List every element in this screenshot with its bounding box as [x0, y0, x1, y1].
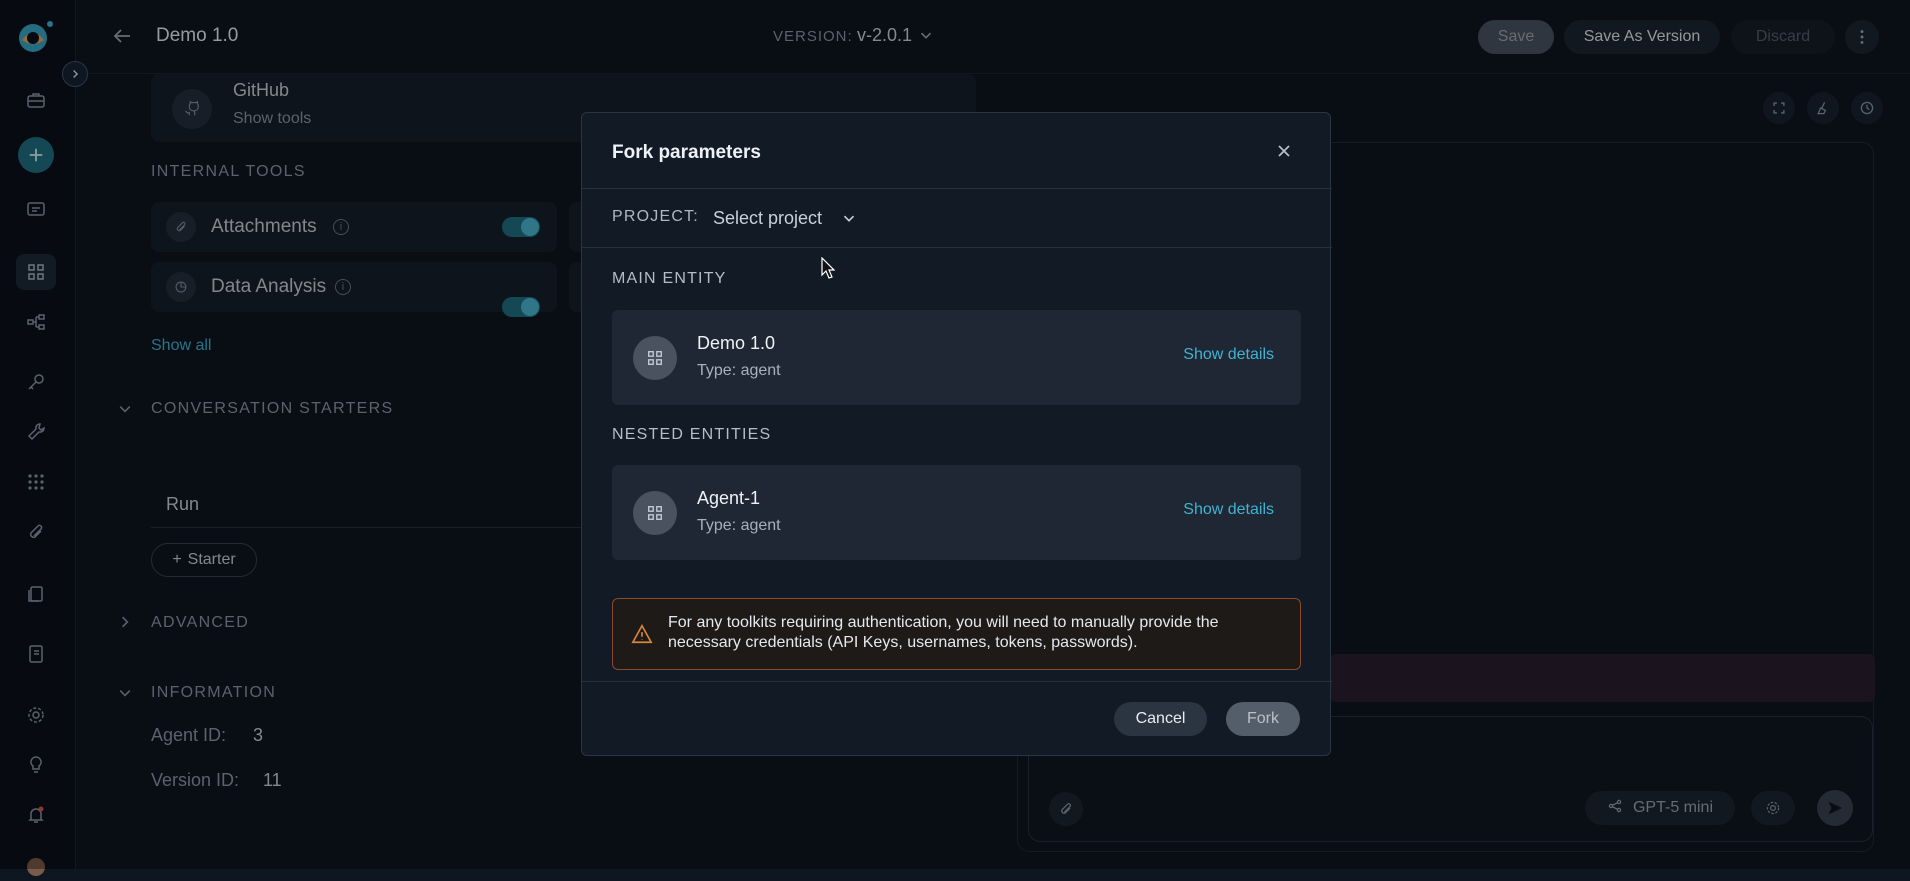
cancel-button[interactable]: Cancel [1114, 702, 1207, 736]
show-details-link[interactable]: Show details [1183, 501, 1274, 519]
chevron-down-icon [840, 209, 858, 227]
entity-type: Type: agent [697, 517, 781, 534]
project-select-value: Select project [713, 207, 823, 228]
credentials-warning: For any toolkits requiring authenticatio… [612, 598, 1301, 670]
divider [582, 188, 1332, 189]
project-label: PROJECT: [612, 208, 699, 225]
main-entity-card: Demo 1.0 Type: agent Show details [612, 310, 1301, 405]
divider [582, 681, 1332, 682]
main-entity-heading: MAIN ENTITY [612, 270, 727, 287]
agent-grid-icon [633, 336, 677, 380]
entity-type: Type: agent [697, 362, 781, 379]
fork-parameters-dialog: Fork parameters PROJECT: Select project … [581, 112, 1332, 756]
fork-button[interactable]: Fork [1226, 702, 1300, 736]
expand-sidebar-button[interactable] [62, 61, 88, 87]
nested-entity-card: Agent-1 Type: agent Show details [612, 465, 1301, 560]
entity-name: Agent-1 [697, 488, 761, 508]
show-details-link[interactable]: Show details [1183, 346, 1274, 364]
nested-entities-heading: NESTED ENTITIES [612, 426, 772, 443]
project-select[interactable]: Select project [713, 203, 893, 233]
agent-grid-icon [633, 491, 677, 535]
divider [582, 247, 1332, 248]
close-icon[interactable] [1272, 139, 1296, 163]
warning-icon [631, 623, 653, 645]
mouse-cursor-icon [821, 256, 836, 279]
dialog-title: Fork parameters [612, 142, 761, 163]
warning-text: For any toolkits requiring authenticatio… [668, 614, 1219, 651]
entity-name: Demo 1.0 [697, 333, 776, 353]
